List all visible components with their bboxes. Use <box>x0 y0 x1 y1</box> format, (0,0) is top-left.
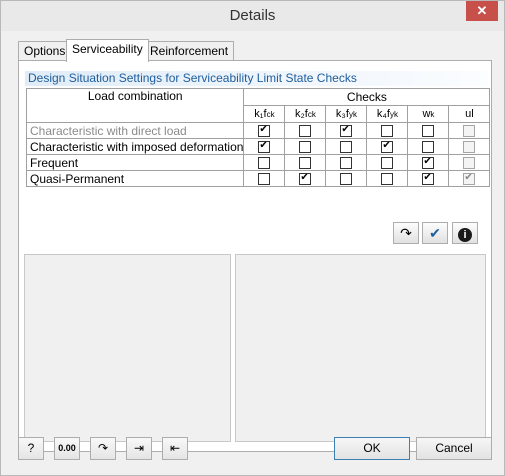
check-checkbox[interactable] <box>381 157 394 170</box>
check-cell <box>243 122 286 139</box>
table-row: Characteristic with direct load <box>25 122 491 139</box>
lower-left-pane <box>24 254 231 442</box>
tab-reinforcement[interactable]: Reinforcement <box>144 41 235 61</box>
check-checkbox[interactable] <box>422 171 435 186</box>
load-combination-cell: Quasi-Permanent <box>25 170 245 187</box>
serviceability-panel: Design Situation Settings for Serviceabi… <box>18 60 492 452</box>
column-header: k₁fck <box>243 105 286 123</box>
check-cell <box>407 170 450 187</box>
check-cell <box>366 170 409 187</box>
check-checkbox[interactable] <box>340 141 353 154</box>
title-bar: Details ✕ <box>1 1 504 31</box>
details-dialog: Details ✕ Options Serviceability Reinfor… <box>0 0 505 476</box>
load-combination-cell: Frequent <box>25 154 245 171</box>
close-icon: ✕ <box>476 3 488 18</box>
check-checkbox[interactable] <box>381 173 394 186</box>
check-cell <box>284 154 327 171</box>
check-checkbox[interactable] <box>299 157 312 170</box>
check-checkbox[interactable] <box>422 155 435 170</box>
export-button[interactable]: ⇥ <box>126 437 152 460</box>
window-title: Details <box>229 7 276 24</box>
check-cell <box>325 170 368 187</box>
load-combination-cell: Characteristic with direct load <box>25 122 245 139</box>
check-checkbox[interactable] <box>258 123 271 138</box>
tab-options-label: Options <box>24 44 66 58</box>
check-cell <box>284 170 327 187</box>
dialog-client-area: Options Serviceability Reinforcement Des… <box>8 31 498 468</box>
apply-button[interactable]: ✔ <box>422 222 448 244</box>
table-row: Frequent <box>25 154 491 171</box>
check-checkbox[interactable] <box>258 173 271 186</box>
check-cell <box>284 138 327 155</box>
check-checkbox[interactable] <box>258 157 271 170</box>
check-cell <box>366 138 409 155</box>
info-icon: i <box>458 228 472 242</box>
check-cell <box>325 154 368 171</box>
import-icon: ⇤ <box>169 441 181 455</box>
tab-serviceability-label: Serviceability <box>72 42 143 56</box>
ok-button[interactable]: OK <box>334 437 410 460</box>
export-icon: ⇥ <box>133 441 145 455</box>
close-button[interactable]: ✕ <box>466 1 498 21</box>
check-checkbox[interactable] <box>381 139 394 154</box>
check-checkbox[interactable] <box>299 125 312 138</box>
check-checkbox[interactable] <box>422 141 435 154</box>
check-cell <box>407 122 450 139</box>
cancel-button[interactable]: Cancel <box>416 437 492 460</box>
table-row: Characteristic with imposed deformation <box>25 138 491 155</box>
tab-options[interactable]: Options <box>18 41 72 61</box>
check-checkbox[interactable] <box>340 157 353 170</box>
design-situation-table: Load combination Checks k₁fck k₂fck k₃fy… <box>25 88 491 187</box>
reset-icon: ↷ <box>400 225 412 241</box>
check-cell <box>284 122 327 139</box>
check-cell <box>325 138 368 155</box>
check-cell <box>243 170 286 187</box>
units-button[interactable]: 0.00 <box>54 437 80 460</box>
check-checkbox[interactable] <box>299 171 312 186</box>
check-checkbox[interactable] <box>463 141 476 154</box>
check-cell <box>448 138 491 155</box>
check-cell <box>407 138 450 155</box>
check-cell <box>366 154 409 171</box>
check-cell <box>325 122 368 139</box>
load-combination-cell: Characteristic with imposed deformation <box>25 138 245 155</box>
tab-reinforcement-label: Reinforcement <box>150 44 229 58</box>
check-cell <box>448 122 491 139</box>
check-checkbox[interactable] <box>381 125 394 138</box>
lower-right-pane <box>235 254 486 442</box>
check-checkbox[interactable] <box>463 171 476 186</box>
checks-header: Checks <box>243 88 491 106</box>
check-cell <box>448 154 491 171</box>
units-icon: 0.00 <box>58 443 76 453</box>
column-header: k₄fyk <box>366 105 409 123</box>
check-icon: ✔ <box>429 225 441 241</box>
check-cell <box>243 154 286 171</box>
check-cell <box>407 154 450 171</box>
column-header: k₃fyk <box>325 105 368 123</box>
table-row: Quasi-Permanent <box>25 170 491 187</box>
check-checkbox[interactable] <box>258 139 271 154</box>
help-icon: ? <box>27 441 35 455</box>
load-combination-header: Load combination <box>25 88 245 123</box>
import-button[interactable]: ⇤ <box>162 437 188 460</box>
check-checkbox[interactable] <box>340 123 353 138</box>
column-header: k₂fck <box>284 105 327 123</box>
column-header: ul <box>448 105 491 123</box>
default-button[interactable]: ↷ <box>90 437 116 460</box>
check-checkbox[interactable] <box>340 173 353 186</box>
column-header: wk <box>407 105 450 123</box>
check-checkbox[interactable] <box>299 141 312 154</box>
reset-button[interactable]: ↷ <box>393 222 419 244</box>
tab-serviceability[interactable]: Serviceability <box>66 39 149 62</box>
check-cell <box>366 122 409 139</box>
check-checkbox[interactable] <box>422 125 435 138</box>
check-checkbox[interactable] <box>463 125 476 138</box>
reset-icon: ↷ <box>97 441 109 455</box>
info-button[interactable]: i <box>452 222 478 244</box>
check-cell <box>243 138 286 155</box>
help-button[interactable]: ? <box>18 437 44 460</box>
check-cell <box>448 170 491 187</box>
check-checkbox[interactable] <box>463 157 476 170</box>
section-title: Design Situation Settings for Serviceabi… <box>25 71 488 86</box>
